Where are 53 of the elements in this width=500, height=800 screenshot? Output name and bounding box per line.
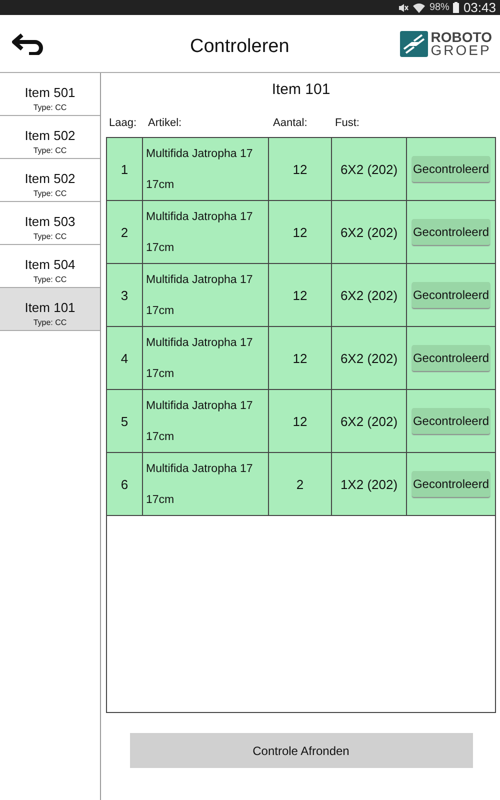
column-header: Artikel:	[148, 117, 183, 131]
table-cell: Multifida Jatropha 17	[146, 400, 253, 412]
table-cell: 6X2 (202)	[340, 414, 398, 428]
battery-text: 98%	[429, 2, 450, 13]
checked-button[interactable]: Gecontroleerd	[412, 156, 490, 182]
checked-button[interactable]: Gecontroleerd	[412, 408, 490, 434]
page-title: Controleren	[190, 36, 290, 58]
column-header: Fust:	[335, 117, 360, 131]
table-cell: 6	[120, 476, 128, 492]
table-cell: Multifida Jatropha 17	[146, 336, 253, 348]
table-cell: 6X2 (202)	[340, 288, 398, 302]
sidebar-item[interactable]: Item 101 Type: CC	[0, 288, 100, 331]
mute-icon	[398, 2, 410, 12]
table-cell: Multifida Jatropha 17	[146, 148, 253, 160]
table-cell: 12	[292, 288, 308, 302]
table-cell: Multifida Jatropha 17	[146, 210, 253, 222]
table-cell: 12	[292, 162, 308, 176]
column-header: Aantal:	[273, 117, 308, 131]
logo-text: GROEP	[430, 44, 492, 56]
wifi-icon	[413, 2, 426, 12]
table-cell: 12	[292, 350, 308, 366]
battery-icon	[453, 2, 460, 13]
table-cell: 2	[120, 224, 128, 240]
checked-button[interactable]: Gecontroleerd	[412, 282, 490, 308]
table-cell: 6X2 (202)	[340, 224, 398, 240]
table-cell: 17cm	[146, 304, 174, 316]
table-cell: Multifida Jatropha 17	[146, 462, 253, 474]
item-title: Item 101	[270, 81, 332, 100]
table-cell: 6X2 (202)	[340, 350, 398, 366]
clock-time: 03:43	[463, 0, 496, 15]
table-cell: 4	[120, 350, 128, 366]
table-cell: 1X2 (202)	[340, 476, 398, 492]
table-cell: 5	[120, 414, 128, 428]
logo-text: ROBOTO	[430, 30, 492, 44]
table-cell: 17cm	[146, 242, 174, 254]
table-cell: 3	[120, 288, 128, 302]
checked-button[interactable]: Gecontroleerd	[412, 345, 490, 371]
table-cell: 12	[292, 414, 308, 428]
table-cell: 6X2 (202)	[340, 162, 398, 176]
back-icon[interactable]	[12, 32, 44, 54]
logo-icon	[400, 30, 428, 56]
finish-button[interactable]: Controle Afronden	[130, 733, 472, 768]
checked-button[interactable]: Gecontroleerd	[412, 471, 490, 497]
table-cell: 17cm	[146, 368, 174, 380]
table-cell: 17cm	[146, 430, 174, 442]
checked-button[interactable]: Gecontroleerd	[412, 219, 490, 245]
table-cell: 2	[296, 476, 304, 492]
table-cell: 17cm	[146, 494, 174, 506]
column-header: Laag:	[109, 117, 138, 131]
table-cell: 17cm	[146, 178, 174, 190]
table-cell: Multifida Jatropha 17	[146, 274, 253, 286]
table-cell: 12	[292, 224, 308, 240]
table-cell: 1	[120, 162, 128, 176]
